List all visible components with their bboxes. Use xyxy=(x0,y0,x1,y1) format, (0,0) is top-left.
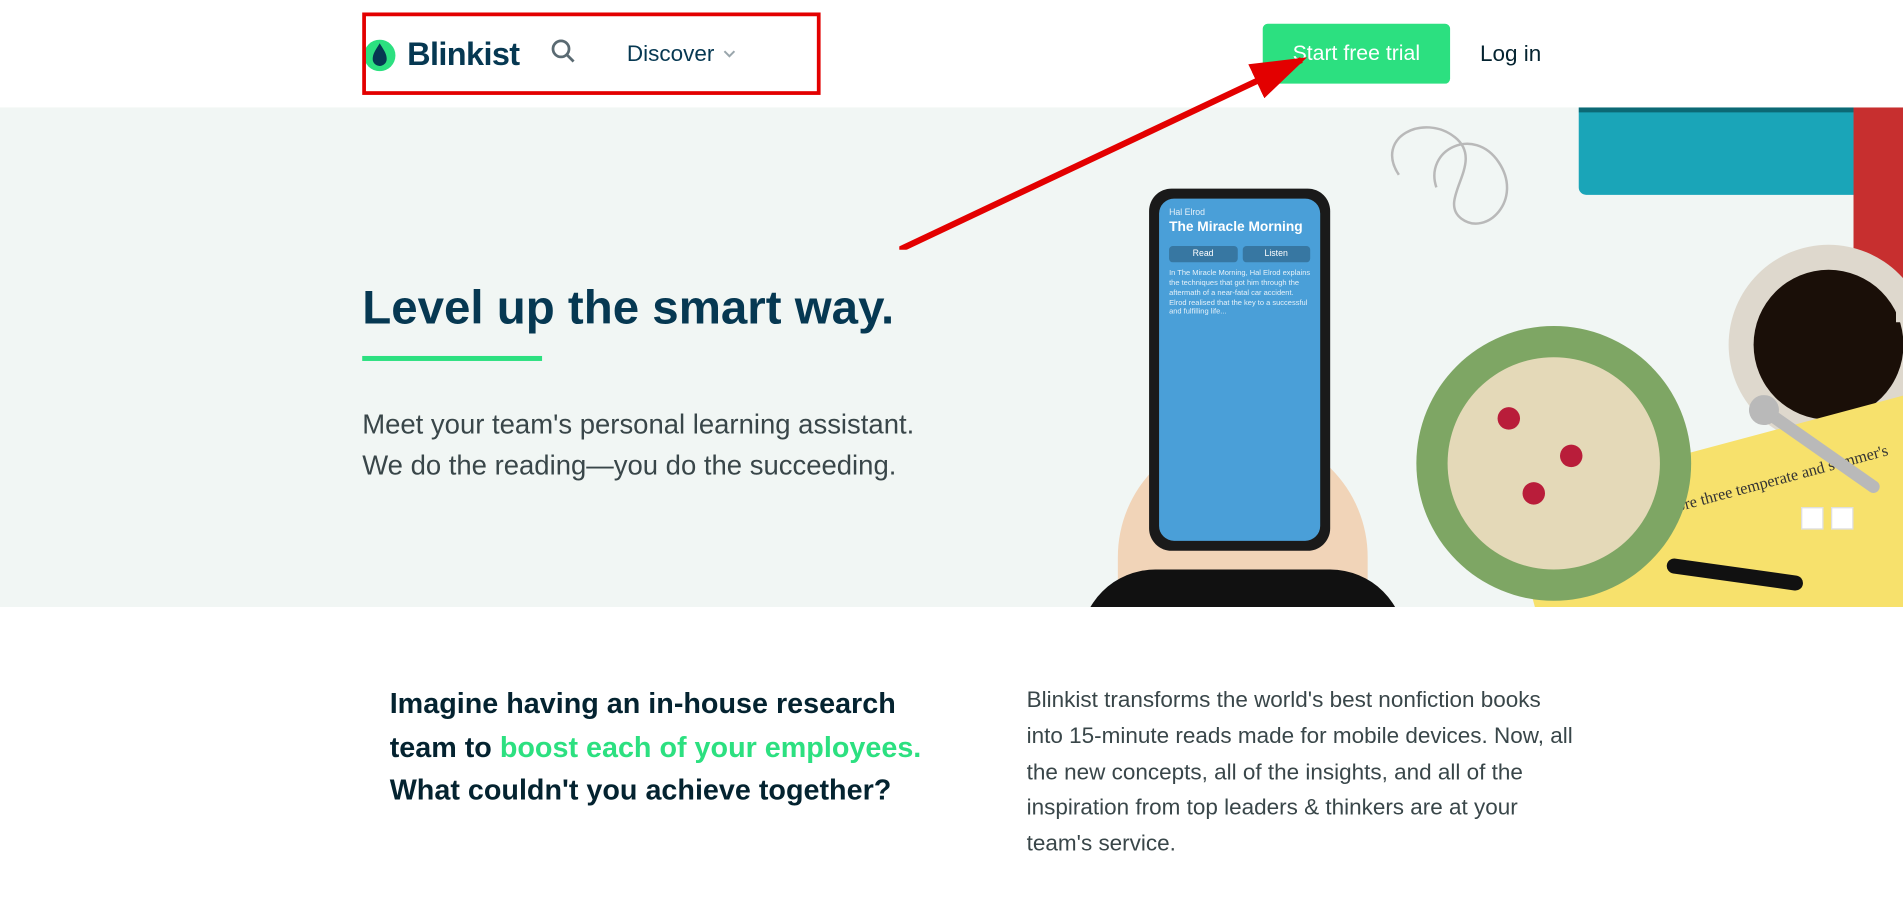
header-left-group: Blinkist Discover xyxy=(362,34,739,73)
phone-mockup: Hal Elrod The Miracle Morning Read Liste… xyxy=(1149,189,1330,551)
blinkist-logo-icon xyxy=(362,36,397,71)
hero-image: compare these to a more three temperate … xyxy=(974,107,1903,607)
login-link[interactable]: Log in xyxy=(1480,41,1541,67)
hero-title: Level up the smart way. xyxy=(362,282,974,336)
phone-blurb: In The Miracle Morning, Hal Elrod explai… xyxy=(1169,270,1310,319)
phone-author: Hal Elrod xyxy=(1169,209,1310,218)
chevron-down-icon xyxy=(719,44,739,64)
intro-headline-part2: What couldn't you achieve together? xyxy=(390,773,892,805)
intro-headline: Imagine having an in-house research team… xyxy=(390,682,952,862)
sleeve-decor xyxy=(1080,570,1405,607)
hero-text: Level up the smart way. Meet your team's… xyxy=(0,107,974,607)
site-header: Blinkist Discover Start free trial Log i… xyxy=(0,0,1903,107)
phone-listen-button: Listen xyxy=(1242,246,1310,262)
hero-subtitle: Meet your team's personal learning assis… xyxy=(362,403,949,485)
intro-section: Imagine having an in-house research team… xyxy=(0,607,1903,862)
discover-dropdown[interactable]: Discover xyxy=(627,41,739,67)
intro-body: Blinkist transforms the world's best non… xyxy=(1027,682,1577,862)
oatmeal-bowl-decor xyxy=(1416,326,1691,601)
phone-read-button: Read xyxy=(1169,246,1237,262)
brand-name: Blinkist xyxy=(407,34,519,73)
hero-section: Level up the smart way. Meet your team's… xyxy=(0,107,1903,607)
sugar-cubes-decor xyxy=(1801,507,1853,529)
teal-book-decor xyxy=(1579,107,1854,194)
wire-decor xyxy=(1374,112,1536,237)
header-right-group: Start free trial Log in xyxy=(1263,24,1542,84)
intro-headline-highlight: boost each of your employees. xyxy=(500,730,921,762)
hero-underline xyxy=(362,356,542,361)
discover-label: Discover xyxy=(627,41,714,67)
start-free-trial-button[interactable]: Start free trial xyxy=(1263,24,1450,84)
search-icon[interactable] xyxy=(549,37,576,71)
phone-book-title: The Miracle Morning xyxy=(1169,220,1310,236)
brand-logo[interactable]: Blinkist xyxy=(362,34,519,73)
